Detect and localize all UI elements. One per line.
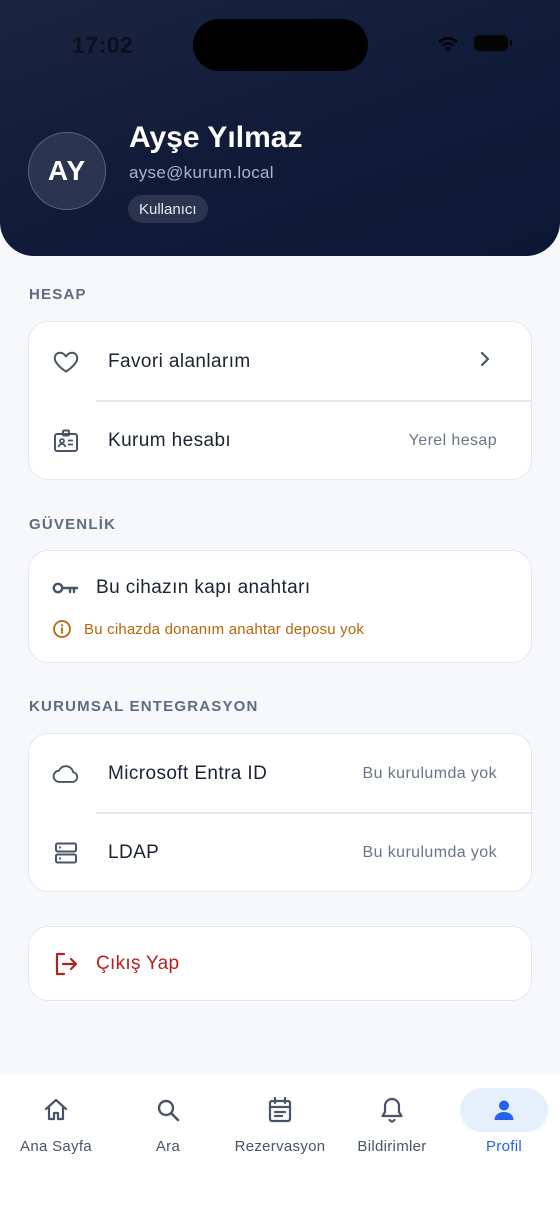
- org-account-value: Yerel hesap: [408, 431, 497, 449]
- entra-label: Microsoft Entra ID: [108, 762, 268, 784]
- calendar-icon: [267, 1088, 293, 1132]
- tab-search[interactable]: Ara: [112, 1088, 224, 1172]
- integration-card: Microsoft Entra ID Bu kurulumda yok LDAP…: [28, 733, 532, 892]
- cloud-icon: [52, 760, 80, 788]
- id-badge-icon: [52, 427, 80, 455]
- section-title-security: GÜVENLİK: [29, 516, 117, 533]
- heart-icon: [52, 348, 80, 376]
- entra-value: Bu kurulumda yok: [362, 764, 497, 782]
- section-title-account: HESAP: [29, 286, 87, 303]
- tab-label: Rezervasyon: [234, 1138, 326, 1155]
- role-badge: Kullanıcı: [128, 195, 208, 223]
- key-icon: [52, 574, 80, 602]
- tab-profile[interactable]: Profil: [448, 1088, 560, 1172]
- ldap-value: Bu kurulumda yok: [362, 843, 497, 861]
- logout-icon: [52, 950, 80, 978]
- ldap-label: LDAP: [108, 841, 160, 863]
- ldap-row: LDAP Bu kurulumda yok: [29, 813, 531, 892]
- tab-label: Ana Sayfa: [20, 1138, 92, 1155]
- server-icon: [52, 839, 80, 867]
- tab-notifications[interactable]: Bildirimler: [336, 1088, 448, 1172]
- tab-reservation[interactable]: Rezervasyon: [224, 1088, 336, 1172]
- home-icon: [43, 1088, 69, 1132]
- bell-icon: [380, 1088, 404, 1132]
- status-time: 17:02: [72, 32, 134, 58]
- passkey-warning-text: Bu cihazda donanım anahtar deposu yok: [84, 620, 365, 638]
- org-account-label: Kurum hesabı: [108, 429, 232, 451]
- passkey-row[interactable]: Bu cihazın kapı anahtarı: [29, 565, 531, 611]
- dynamic-island: [193, 19, 368, 71]
- passkey-label: Bu cihazın kapı anahtarı: [96, 577, 311, 598]
- tab-home[interactable]: Ana Sayfa: [0, 1088, 112, 1172]
- info-icon: [53, 620, 71, 638]
- entra-row: Microsoft Entra ID Bu kurulumda yok: [29, 734, 531, 813]
- org-account-row: Kurum hesabı Yerel hesap: [29, 401, 531, 480]
- avatar: AY: [28, 132, 106, 210]
- user-name: Ayşe Yılmaz: [129, 121, 303, 154]
- favorites-label: Favori alanlarım: [108, 350, 251, 372]
- user-icon: [492, 1088, 516, 1132]
- user-email: ayse@kurum.local: [129, 163, 274, 182]
- bottom-tab-bar: Ana Sayfa Ara Rezervasyon Bildirimler Pr…: [0, 1074, 560, 1217]
- security-card: Bu cihazın kapı anahtarı Bu cihazda dona…: [28, 550, 532, 663]
- logout-button[interactable]: Çıkış Yap: [28, 926, 532, 1001]
- logout-row: Çıkış Yap: [29, 927, 531, 1000]
- account-card: Favori alanlarım Kurum hesabı Yerel hesa…: [28, 321, 532, 480]
- favorites-row[interactable]: Favori alanlarım: [29, 322, 531, 401]
- wifi-icon: [438, 37, 458, 52]
- tab-label: Ara: [155, 1138, 181, 1155]
- logout-label: Çıkış Yap: [96, 952, 180, 974]
- search-icon: [155, 1088, 181, 1132]
- section-title-integration: KURUMSAL ENTEGRASYON: [29, 698, 259, 715]
- tab-label: Profil: [486, 1138, 522, 1155]
- chevron-right-icon: [479, 351, 491, 372]
- battery-icon: [474, 35, 512, 51]
- tab-label: Bildirimler: [357, 1138, 427, 1155]
- status-icons: [436, 34, 512, 52]
- passkey-warning: Bu cihazda donanım anahtar deposu yok: [52, 619, 364, 639]
